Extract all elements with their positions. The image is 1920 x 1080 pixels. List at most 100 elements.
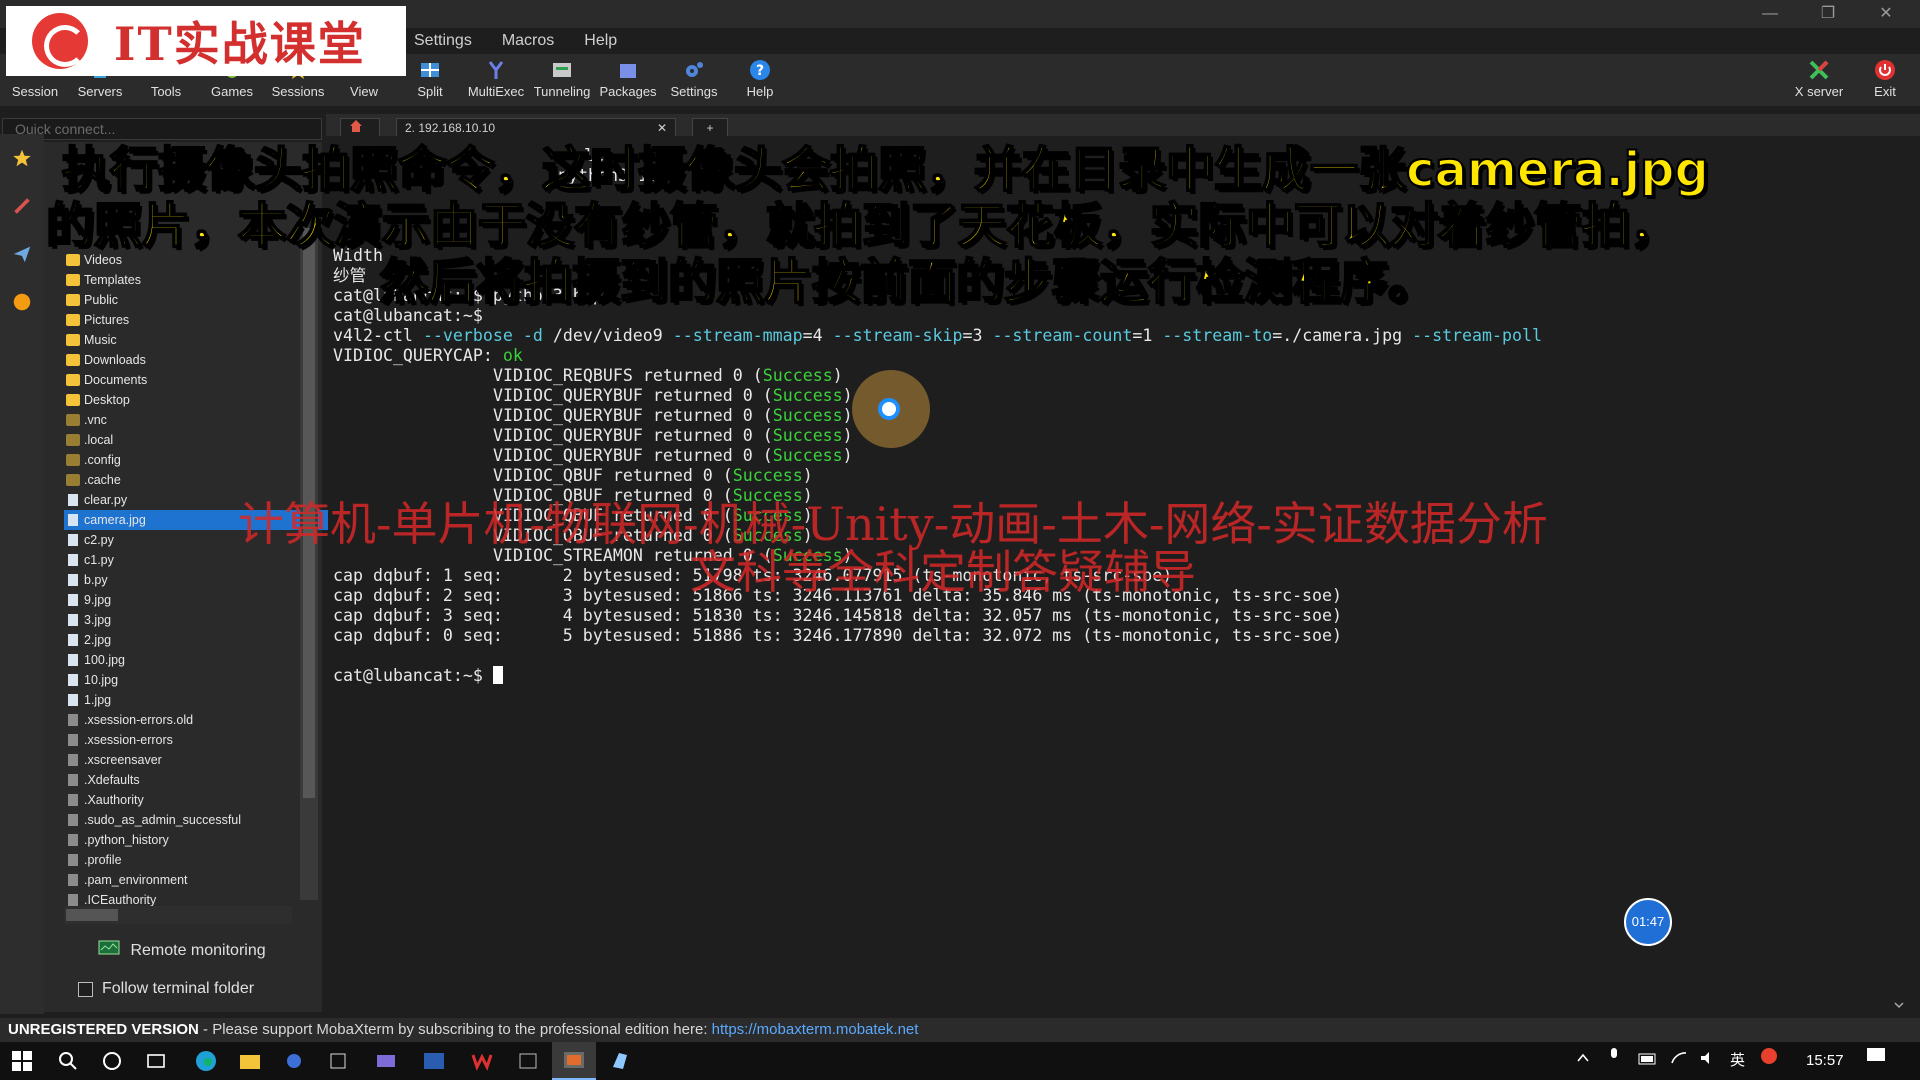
chevron-down-icon[interactable]	[1892, 998, 1906, 1012]
cap-dqbuf-line: cap dqbuf: 0 seq: 5 bytesused: 51886 ts:…	[333, 626, 1343, 645]
terminal-active-prompt: cat@lubancat:~$	[333, 666, 503, 686]
folder-icon	[66, 354, 80, 366]
start-button[interactable]	[0, 1042, 44, 1080]
command-option: --stream-poll	[1412, 326, 1542, 345]
ioctl-tail: )	[842, 426, 853, 445]
file-icon	[68, 894, 78, 906]
ioctl-line: VIDIOC_QUERYBUF returned 0 (Success)	[493, 446, 853, 466]
wps-taskbar[interactable]	[460, 1042, 504, 1080]
monitor-icon	[98, 940, 120, 955]
follow-terminal-folder-label: Follow terminal folder	[102, 980, 255, 997]
ioctl-line: VIDIOC_QUERYBUF returned 0 (Success)	[493, 426, 853, 446]
ioctl-tail: )	[802, 466, 813, 485]
chevron-up-icon	[1577, 1053, 1589, 1062]
macros-tab[interactable]	[0, 278, 44, 326]
folder-icon	[66, 274, 80, 286]
command-option: --stream-to	[1162, 326, 1273, 345]
maximize-button[interactable]: ❐	[1800, 2, 1856, 26]
file-tree-label: .Xdefaults	[84, 773, 140, 787]
star-icon	[13, 149, 31, 167]
clock[interactable]: 15:57	[1806, 1042, 1844, 1080]
command-option-value: =3	[962, 326, 983, 345]
ioctl-status: Success	[762, 366, 833, 385]
sftp-sidebar: Videos Templates Public Pictures Music Downlo…	[44, 142, 342, 1012]
ioctl-name: VIDIOC_QUERYBUF returned 0 (	[493, 446, 773, 465]
wifi-tray[interactable]	[1670, 1042, 1688, 1080]
sidebar-hscrollbar[interactable]	[64, 906, 292, 924]
ioctl-line: VIDIOC_QBUF returned 0 (Success)	[493, 466, 813, 486]
file-explorer-taskbar[interactable]	[228, 1042, 272, 1080]
microphone-tray[interactable]	[1608, 1042, 1620, 1080]
file-tree-label: Downloads	[84, 353, 146, 367]
edge-taskbar[interactable]	[184, 1042, 228, 1080]
ioctl-line: VIDIOC_QUERYBUF returned 0 (Success)	[493, 386, 853, 406]
exit-button[interactable]: Exit	[1852, 54, 1918, 106]
minimize-button[interactable]: —	[1742, 2, 1798, 26]
querycap-status: ok	[502, 346, 523, 365]
volume-tray[interactable]	[1700, 1042, 1718, 1080]
help-icon: ?	[750, 60, 770, 80]
cap-dqbuf-line: cap dqbuf: 3 seq: 4 bytesused: 51830 ts:…	[333, 606, 1343, 625]
menu-macros[interactable]: Macros	[496, 28, 560, 54]
caption-line-3: 然后将拍摄到的照片按前面的步骤运行检测程序。	[379, 253, 1437, 311]
file-tree-label: Public	[84, 293, 119, 307]
file-tree-label: .vnc	[84, 413, 107, 427]
tunneling-button[interactable]: Tunneling	[529, 54, 595, 106]
command-option-value: =./camera.jpg	[1272, 326, 1403, 345]
sidebar-scrollbar[interactable]	[300, 228, 318, 900]
show-hidden-icons[interactable]	[1576, 1042, 1590, 1080]
sogou-tray[interactable]	[1760, 1042, 1778, 1080]
ioctl-status: Success	[772, 446, 843, 465]
sftp-tab[interactable]	[0, 230, 44, 278]
channel-logo: IT实战课堂	[6, 6, 406, 76]
windows-taskbar: 英 15:57	[0, 1042, 1920, 1080]
file-icon	[68, 874, 78, 886]
remote-monitoring-button[interactable]: Remote monitoring	[98, 940, 266, 960]
file-icon	[68, 514, 78, 526]
packages-label: Packages	[599, 84, 657, 99]
file-tree-label: Templates	[84, 273, 141, 287]
settings-button[interactable]: Settings	[661, 54, 727, 106]
send-icon	[13, 246, 31, 263]
app-taskbar-3[interactable]	[364, 1042, 408, 1080]
follow-terminal-folder-checkbox[interactable]	[78, 982, 93, 997]
app-taskbar-2[interactable]	[316, 1042, 360, 1080]
tools-tab[interactable]	[0, 182, 44, 230]
terminal-scrollbar[interactable]	[1892, 136, 1906, 1014]
cortana-button[interactable]	[90, 1042, 134, 1080]
help-label: Help	[746, 84, 774, 99]
task-view-button[interactable]	[134, 1042, 178, 1080]
notifications-button[interactable]	[1866, 1042, 1886, 1080]
file-tree-label: Music	[84, 333, 117, 347]
menu-help[interactable]: Help	[578, 28, 623, 54]
multiexec-button[interactable]: MultiExec	[463, 54, 529, 106]
taskbar-search-button[interactable]	[46, 1042, 90, 1080]
multiexec-icon	[488, 61, 504, 79]
battery-tray[interactable]	[1638, 1042, 1658, 1080]
x-server-button[interactable]: X server	[1786, 54, 1852, 106]
sidebar-hscroll-thumb[interactable]	[66, 909, 118, 921]
packages-button[interactable]: Packages	[595, 54, 661, 106]
favorites-tab[interactable]	[0, 134, 44, 182]
split-icon	[421, 63, 439, 77]
split-button[interactable]: Split	[397, 54, 463, 106]
close-button[interactable]: ✕	[1858, 2, 1914, 26]
typora-taskbar[interactable]	[506, 1042, 550, 1080]
command-option-value: /dev/video9	[542, 326, 663, 345]
menu-settings[interactable]: Settings	[408, 28, 478, 54]
ime-indicator[interactable]: 英	[1730, 1042, 1745, 1080]
file-tree-label: 9.jpg	[84, 593, 112, 607]
powershell-taskbar[interactable]	[412, 1042, 456, 1080]
status-message: - Please support MobaXterm by subscribin…	[198, 1021, 712, 1038]
app-taskbar-4[interactable]	[598, 1042, 642, 1080]
cortana-icon	[103, 1052, 121, 1070]
mobaxterm-taskbar[interactable]	[552, 1042, 596, 1080]
multiexec-label: MultiExec	[467, 84, 525, 99]
file-tree-label: .profile	[84, 853, 122, 867]
ioctl-status: Success	[772, 426, 843, 445]
mobaxterm-link[interactable]: https://mobaxterm.mobatek.net	[712, 1021, 919, 1038]
app-taskbar-1[interactable]	[272, 1042, 316, 1080]
power-icon	[1875, 60, 1895, 80]
file-tree-label: Desktop	[84, 393, 130, 407]
help-button[interactable]: ? Help	[727, 54, 793, 106]
